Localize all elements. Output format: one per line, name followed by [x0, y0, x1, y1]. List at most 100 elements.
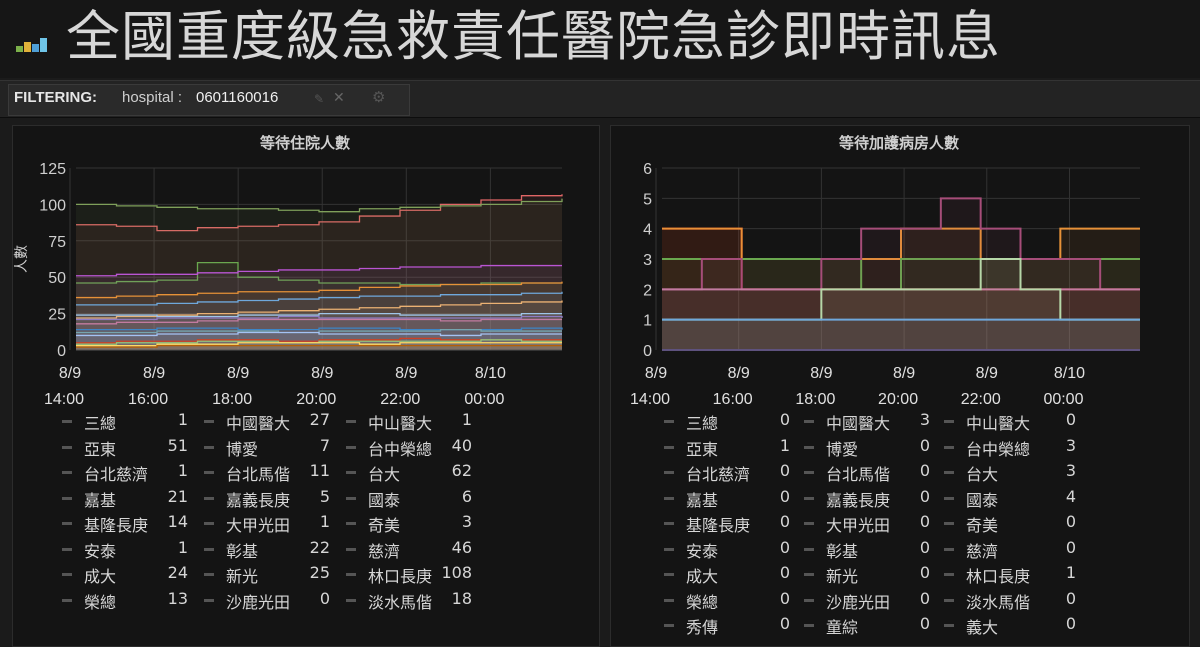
- legend-item[interactable]: 慈濟 46: [346, 538, 492, 561]
- legend-item[interactable]: 義大 0: [944, 614, 1084, 637]
- legend-item[interactable]: 中國醫大 3: [804, 410, 944, 433]
- x-tick-date: 8/9: [645, 365, 667, 382]
- y-tick-label: 50: [48, 270, 66, 287]
- legend-item[interactable]: 國泰 6: [346, 486, 492, 510]
- legend-swatch: [346, 547, 356, 551]
- legend-name: 秀傳: [686, 618, 719, 637]
- legend-item[interactable]: 博愛 7: [204, 435, 344, 459]
- legend-swatch: [804, 420, 814, 423]
- x-tick-date: 8/9: [728, 365, 750, 382]
- legend-item[interactable]: 彰基 22: [204, 538, 344, 561]
- y-tick-label: 2: [643, 282, 652, 299]
- legend-name: 嘉基: [84, 490, 117, 510]
- legend-item[interactable]: 奇美 0: [944, 512, 1084, 535]
- legend-item[interactable]: 安泰 0: [664, 538, 804, 561]
- legend-item[interactable]: 大甲光田 0: [804, 512, 944, 535]
- remove-filter-icon[interactable]: ✕: [333, 90, 345, 106]
- legend-name: 台北慈濟: [84, 465, 149, 484]
- legend-item[interactable]: 嘉基 0: [664, 486, 804, 510]
- legend-item[interactable]: 嘉義長庚 5: [204, 487, 344, 510]
- legend-item[interactable]: 沙鹿光田 0: [204, 589, 344, 612]
- legend-item[interactable]: 三總 0: [664, 410, 804, 433]
- legend-name: 童綜: [826, 618, 859, 637]
- legend-item[interactable]: 台北馬偕 11: [204, 461, 344, 484]
- legend-item[interactable]: 成大 0: [664, 563, 804, 586]
- legend-item[interactable]: 台大 62: [346, 461, 492, 484]
- legend-item[interactable]: 成大 24: [62, 563, 202, 586]
- legend-value: 0: [919, 614, 930, 633]
- legend-value: 1: [461, 410, 472, 429]
- legend-item[interactable]: 台大 3: [944, 461, 1084, 484]
- legend-swatch: [804, 624, 814, 627]
- legend-item[interactable]: 中山醫大 1: [346, 410, 492, 433]
- legend-item[interactable]: 彰基 0: [804, 538, 944, 561]
- legend-item[interactable]: 基隆長庚 14: [62, 512, 202, 535]
- legend-item[interactable]: 台中榮總 40: [346, 435, 492, 459]
- legend-swatch: [62, 522, 72, 525]
- settings-gear-icon[interactable]: ⚙: [372, 88, 385, 106]
- legend-item[interactable]: 奇美 3: [346, 512, 492, 535]
- legend-item[interactable]: 沙鹿光田 0: [804, 588, 944, 612]
- legend-item[interactable]: 淡水馬偕 0: [944, 589, 1084, 612]
- legend-item[interactable]: 嘉義長庚 0: [804, 487, 944, 510]
- legend-item[interactable]: 林口長庚 108: [346, 563, 492, 586]
- legend-item[interactable]: 嘉基 21: [62, 487, 202, 510]
- legend-item[interactable]: 童綜 0: [804, 614, 944, 637]
- legend-name: 台中榮總: [368, 439, 433, 459]
- legend-name: 台北慈濟: [686, 465, 751, 484]
- legend-item[interactable]: 秀傳 0: [664, 614, 804, 637]
- legend-value: 6: [461, 486, 472, 506]
- legend-value: 0: [779, 512, 790, 531]
- legend-swatch: [62, 547, 72, 551]
- legend-swatch: [204, 547, 214, 551]
- edit-filter-icon[interactable]: ✎: [314, 92, 328, 106]
- legend-swatch: [62, 420, 72, 423]
- legend-swatch: [804, 598, 814, 602]
- legend-item[interactable]: 榮總 13: [62, 589, 202, 612]
- legend-item[interactable]: 慈濟 0: [944, 538, 1084, 561]
- legend-item[interactable]: 國泰 4: [944, 487, 1084, 510]
- legend-value: 11: [309, 461, 330, 480]
- legend-name: 三總: [84, 414, 117, 433]
- x-tick-time: 14:00: [44, 391, 84, 408]
- legend-item[interactable]: 台北慈濟 0: [664, 461, 804, 484]
- legend-item[interactable]: 淡水馬偕 18: [346, 589, 492, 612]
- legend-item[interactable]: 亞東 51: [62, 436, 202, 459]
- legend-value: 1: [177, 410, 188, 429]
- legend-item[interactable]: 基隆長庚 0: [664, 512, 804, 535]
- legend-value: 40: [451, 435, 472, 455]
- top-bar: 全國重度級急救責任醫院急診即時訊息: [0, 0, 1200, 78]
- x-tick-time: 22:00: [380, 391, 420, 408]
- legend-item[interactable]: 亞東 1: [664, 436, 804, 459]
- legend-value: 14: [167, 512, 188, 531]
- filter-label: FILTERING:: [14, 89, 98, 106]
- legend-item[interactable]: 中山醫大 0: [944, 410, 1084, 433]
- legend-swatch: [204, 522, 214, 525]
- legend-item[interactable]: 林口長庚 1: [944, 563, 1084, 586]
- legend-item[interactable]: 新光 0: [804, 563, 944, 586]
- legend-name: 新光: [226, 567, 259, 586]
- legend-swatch: [346, 445, 356, 449]
- legend-swatch: [804, 522, 814, 525]
- x-tick-time: 16:00: [128, 391, 168, 408]
- legend-item[interactable]: 榮總 0: [664, 589, 804, 612]
- legend-value: 3: [461, 512, 472, 531]
- legend-swatch: [804, 496, 814, 500]
- filter-key: hospital :: [122, 89, 183, 106]
- legend-value: 0: [779, 486, 790, 506]
- legend-swatch: [944, 573, 954, 576]
- legend-item[interactable]: 新光 25: [204, 563, 344, 586]
- legend-item[interactable]: 中國醫大 27: [204, 410, 344, 433]
- legend-item[interactable]: 台北慈濟 1: [62, 461, 202, 484]
- legend-swatch: [944, 624, 954, 627]
- legend-name: 三總: [686, 414, 719, 433]
- y-tick-label: 1: [643, 313, 652, 330]
- legend-item[interactable]: 安泰 1: [62, 538, 202, 561]
- legend-item[interactable]: 台中榮總 3: [944, 436, 1084, 459]
- legend-item[interactable]: 大甲光田 1: [204, 512, 344, 535]
- legend-item[interactable]: 博愛 0: [804, 436, 944, 459]
- legend-item[interactable]: 台北馬偕 0: [804, 461, 944, 484]
- legend-item[interactable]: 三總 1: [62, 410, 202, 433]
- legend-value: 7: [319, 435, 330, 455]
- legend-value: 0: [919, 588, 930, 608]
